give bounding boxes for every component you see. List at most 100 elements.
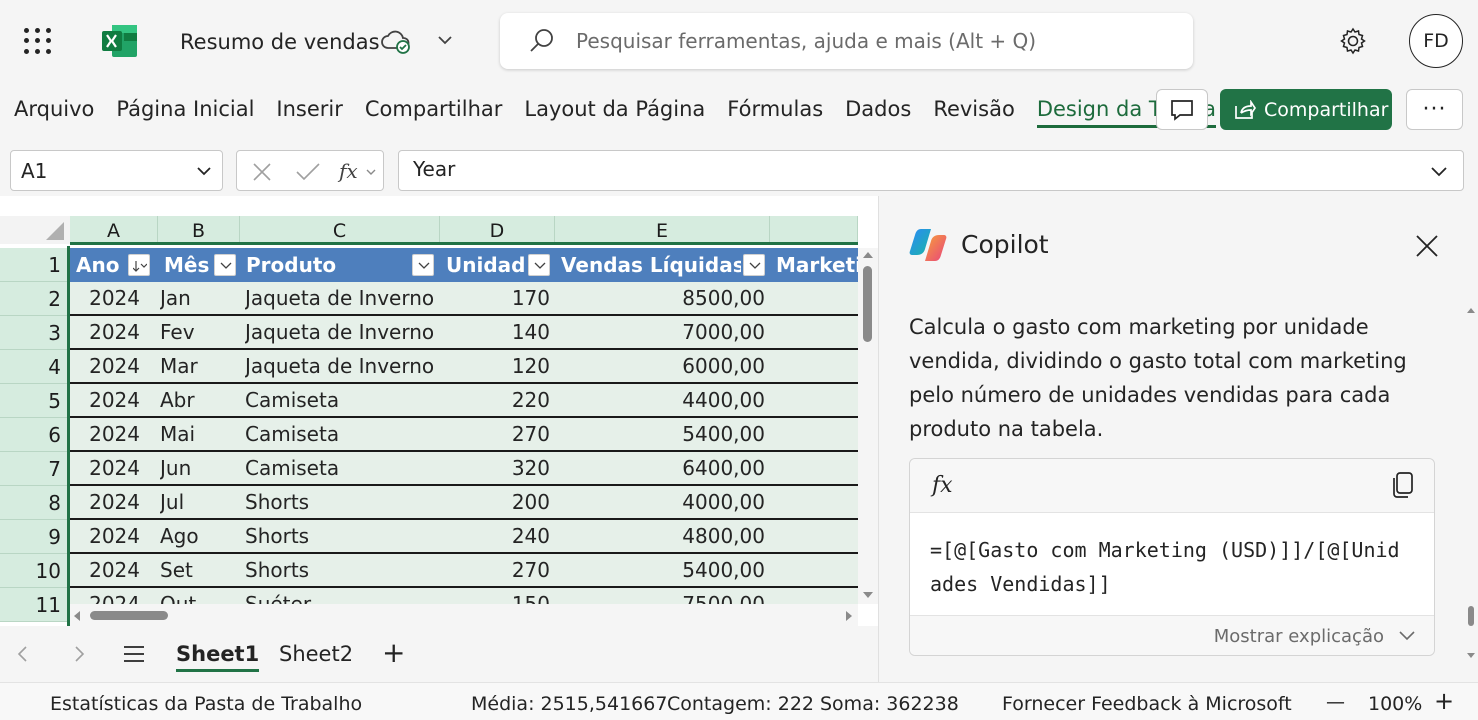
cell-produto[interactable]: Shorts xyxy=(245,520,440,552)
table-row[interactable]: 2024 Mar Jaqueta de Inverno 120 6000,00 xyxy=(70,350,858,384)
cell-mes[interactable]: Ago xyxy=(160,520,240,552)
row-header[interactable]: 1 xyxy=(0,248,67,282)
row-header[interactable]: 4 xyxy=(0,350,67,384)
row-header[interactable]: 8 xyxy=(0,486,67,520)
row-header[interactable]: 10 xyxy=(0,554,67,588)
cell-produto[interactable]: Camiseta xyxy=(245,418,440,450)
column-header-b[interactable]: B xyxy=(158,216,240,244)
table-row[interactable]: 2024 Fev Jaqueta de Inverno 140 7000,00 xyxy=(70,316,858,350)
scroll-down-icon[interactable] xyxy=(1466,652,1476,660)
add-sheet-button[interactable]: + xyxy=(382,638,405,672)
cell-mes[interactable]: Abr xyxy=(160,384,240,416)
vertical-scrollbar[interactable] xyxy=(858,248,878,604)
row-header[interactable]: 6 xyxy=(0,418,67,452)
cell-unidades[interactable]: 240 xyxy=(440,520,550,552)
cell-ano[interactable]: 2024 xyxy=(70,452,140,484)
zoom-out-button[interactable]: — xyxy=(1326,691,1345,713)
table-row[interactable]: 2024 Jun Camiseta 320 6400,00 xyxy=(70,452,858,486)
header-cell-marketing[interactable]: Marketi xyxy=(770,248,858,282)
cancel-icon[interactable] xyxy=(251,161,273,183)
cell-mes[interactable]: Jul xyxy=(160,486,240,518)
column-header-e[interactable]: E xyxy=(555,216,770,244)
previous-sheet-icon[interactable] xyxy=(16,644,30,664)
tab-layout-da-pagina[interactable]: Layout da Página xyxy=(524,92,705,128)
chevron-down-icon[interactable] xyxy=(194,161,214,181)
cell-ano[interactable]: 2024 xyxy=(70,384,140,416)
cell-vendas[interactable]: 5400,00 xyxy=(555,554,765,586)
gear-icon[interactable] xyxy=(1338,26,1368,60)
workbook-statistics-link[interactable]: Estatísticas da Pasta de Trabalho xyxy=(50,693,362,715)
filter-button[interactable] xyxy=(743,254,765,276)
table-row[interactable]: 2024 Mai Camiseta 270 5400,00 xyxy=(70,418,858,452)
row-header[interactable]: 2 xyxy=(0,282,67,316)
chevron-down-icon[interactable] xyxy=(435,30,455,54)
tab-formulas[interactable]: Fórmulas xyxy=(727,92,823,128)
table-row[interactable]: 2024 Set Shorts 270 5400,00 xyxy=(70,554,858,588)
cell-ano[interactable]: 2024 xyxy=(70,282,140,314)
copilot-scrollbar[interactable] xyxy=(1465,306,1477,672)
app-launcher-icon[interactable] xyxy=(24,28,52,54)
cell-mes[interactable]: Jun xyxy=(160,452,240,484)
cell-produto[interactable]: Jaqueta de Inverno xyxy=(245,316,440,348)
column-header-d[interactable]: D xyxy=(440,216,555,244)
formula-input[interactable]: Year xyxy=(398,150,1464,191)
column-header-c[interactable]: C xyxy=(240,216,440,244)
all-sheets-icon[interactable] xyxy=(122,644,146,664)
insert-function-icon[interactable]: fx xyxy=(339,159,358,183)
row-header[interactable]: 11 xyxy=(0,588,67,622)
tab-compartilhar[interactable]: Compartilhar xyxy=(365,92,503,128)
cell-ano[interactable]: 2024 xyxy=(70,520,140,552)
scroll-down-icon[interactable] xyxy=(862,590,874,600)
horizontal-scroll-thumb[interactable] xyxy=(90,611,168,620)
cell-unidades[interactable]: 140 xyxy=(440,316,550,348)
cell-vendas[interactable]: 5400,00 xyxy=(555,418,765,450)
cell-produto[interactable]: Jaqueta de Inverno xyxy=(245,350,440,382)
header-cell-produto[interactable]: Produto xyxy=(240,248,440,282)
search-box[interactable] xyxy=(500,13,1193,69)
chevron-down-icon[interactable] xyxy=(365,166,377,178)
column-header-f[interactable] xyxy=(770,216,858,244)
sort-filter-button[interactable] xyxy=(128,254,150,276)
avatar[interactable]: FD xyxy=(1409,14,1463,68)
cell-unidades[interactable]: 270 xyxy=(440,554,550,586)
excel-logo-icon[interactable] xyxy=(102,24,138,58)
cell-produto[interactable]: Shorts xyxy=(245,486,440,518)
check-icon[interactable] xyxy=(295,161,321,183)
cell-unidades[interactable]: 220 xyxy=(440,384,550,416)
cell-unidades[interactable]: 270 xyxy=(440,418,550,450)
spreadsheet-grid[interactable]: A B C D E 1 2 3 4 5 6 7 8 9 10 11 Ano Mê… xyxy=(0,196,878,626)
row-header[interactable]: 9 xyxy=(0,520,67,554)
cell-produto[interactable]: Camiseta xyxy=(245,452,440,484)
cell-unidades[interactable]: 320 xyxy=(440,452,550,484)
sheet-tab-sheet2[interactable]: Sheet2 xyxy=(279,638,353,672)
table-row[interactable]: 2024 Abr Camiseta 220 4400,00 xyxy=(70,384,858,418)
cell-vendas[interactable]: 6000,00 xyxy=(555,350,765,382)
table-row[interactable]: 2024 Jan Jaqueta de Inverno 170 8500,00 xyxy=(70,282,858,316)
tab-dados[interactable]: Dados xyxy=(845,92,911,128)
vertical-scroll-thumb[interactable] xyxy=(863,266,872,342)
cell-vendas[interactable]: 6400,00 xyxy=(555,452,765,484)
row-header[interactable]: 7 xyxy=(0,452,67,486)
share-button[interactable]: Compartilhar xyxy=(1220,89,1392,130)
cell-vendas[interactable]: 4000,00 xyxy=(555,486,765,518)
scroll-up-icon[interactable] xyxy=(862,250,874,260)
cell-unidades[interactable]: 120 xyxy=(440,350,550,382)
cell-vendas[interactable]: 8500,00 xyxy=(555,282,765,314)
zoom-in-button[interactable]: + xyxy=(1434,687,1454,715)
cell-mes[interactable]: Mai xyxy=(160,418,240,450)
tab-inserir[interactable]: Inserir xyxy=(276,92,342,128)
tab-revisao[interactable]: Revisão xyxy=(933,92,1015,128)
cell-ano[interactable]: 2024 xyxy=(70,554,140,586)
scroll-up-icon[interactable] xyxy=(1466,306,1476,314)
cell-mes[interactable]: Mar xyxy=(160,350,240,382)
zoom-level[interactable]: 100% xyxy=(1368,693,1422,715)
name-box[interactable]: A1 xyxy=(10,150,223,191)
show-explanation-button[interactable]: Mostrar explicação xyxy=(910,615,1434,655)
comments-button[interactable] xyxy=(1156,89,1208,130)
cell-produto[interactable]: Camiseta xyxy=(245,384,440,416)
select-all-corner[interactable] xyxy=(0,216,70,244)
row-header[interactable]: 5 xyxy=(0,384,67,418)
filter-button[interactable] xyxy=(412,254,434,276)
cell-mes[interactable]: Fev xyxy=(160,316,240,348)
scroll-right-icon[interactable] xyxy=(844,610,854,622)
